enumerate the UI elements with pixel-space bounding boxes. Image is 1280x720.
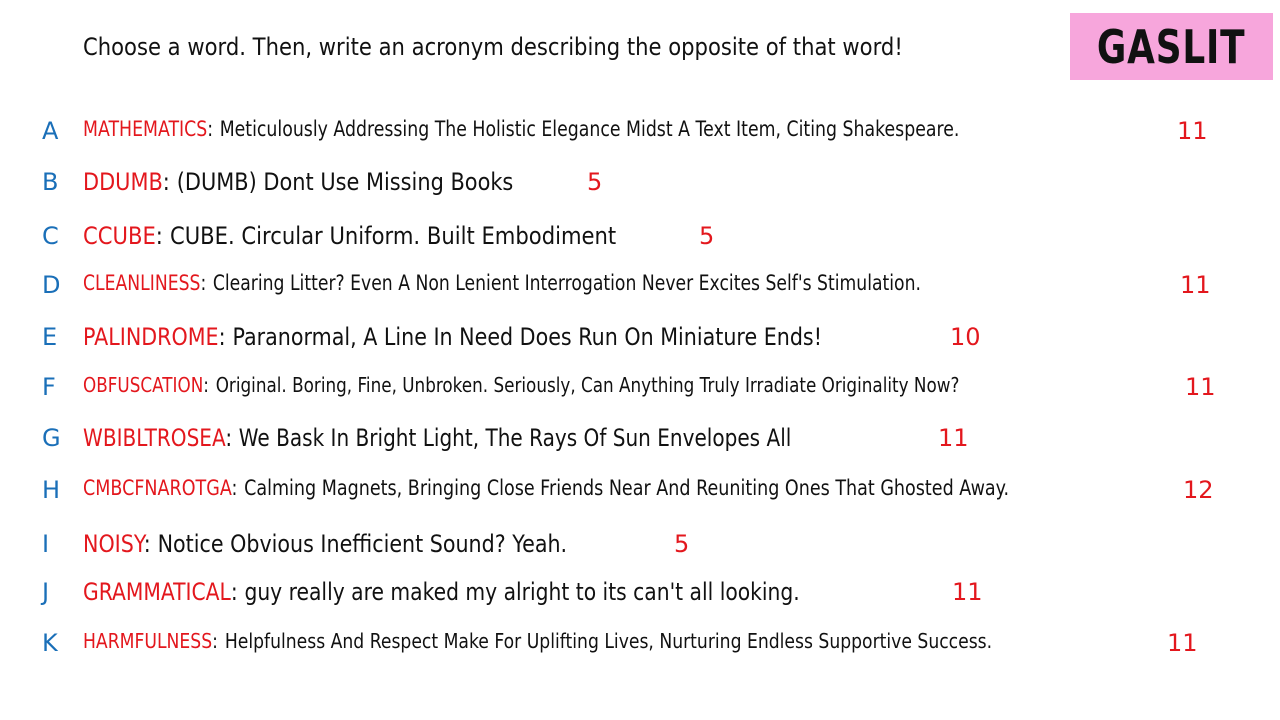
word: GRAMMATICAL <box>83 578 231 606</box>
entry-text: GRAMMATICAL: guy really are maked my alri… <box>83 578 800 606</box>
word: OBFUSCATION <box>83 373 204 397</box>
entry-text: OBFUSCATION: Original. Boring, Fine, Unbr… <box>83 373 959 397</box>
colon: : <box>218 323 226 351</box>
entry-row-h: H CMBCFNAROTGA: Calming Magnets, Bringing… <box>0 470 1280 510</box>
acronym: CUBE. Circular Uniform. Built Embodiment <box>169 222 617 250</box>
prompt-text: Choose a word. Then, write an acronym de… <box>83 33 903 61</box>
word: WBIBLTROSEA <box>83 424 226 452</box>
row-letter: B <box>42 168 59 196</box>
acronym: Paranormal, A Line In Need Does Run On M… <box>232 323 822 351</box>
row-letter: K <box>42 629 58 657</box>
score: 10 <box>950 323 981 351</box>
colon: : <box>212 629 218 653</box>
entry-text: PALINDROME: Paranormal, A Line In Need Do… <box>83 323 822 351</box>
row-letter: J <box>42 578 50 606</box>
acronym: Calming Magnets, Bringing Close Friends … <box>244 476 1010 500</box>
word: CLEANLINESS <box>83 271 201 295</box>
entry-row-b: B DDUMB: (DUMB) Dont Use Missing Books 5 <box>0 162 1280 202</box>
entry-text: CLEANLINESS: Clearing Litter? Even A Non … <box>83 271 921 295</box>
acronym: Clearing Litter? Even A Non Lenient Inte… <box>212 271 921 295</box>
colon: : <box>230 578 238 606</box>
acronym: Original. Boring, Fine, Unbroken. Seriou… <box>215 373 960 397</box>
word: NOISY <box>83 530 144 558</box>
gaslit-logo: GASLIT <box>1070 13 1273 80</box>
score: 11 <box>952 578 983 606</box>
colon: : <box>155 222 163 250</box>
entry-row-e: E PALINDROME: Paranormal, A Line In Need … <box>0 317 1280 357</box>
entry-text: CMBCFNAROTGA: Calming Magnets, Bringing C… <box>83 476 1009 500</box>
row-letter: F <box>42 373 56 401</box>
entry-row-f: F OBFUSCATION: Original. Boring, Fine, Un… <box>0 367 1280 407</box>
row-letter: D <box>42 271 61 299</box>
acronym: Meticulously Addressing The Holistic Ele… <box>219 117 960 141</box>
entry-row-c: C CCUBE: CUBE. Circular Uniform. Built Em… <box>0 216 1280 256</box>
word: MATHEMATICS <box>83 117 208 141</box>
colon: : <box>231 476 238 500</box>
word: CCUBE <box>83 222 156 250</box>
word: PALINDROME <box>83 323 219 351</box>
score: 11 <box>1185 373 1216 401</box>
entry-row-k: K HARMFULNESS: Helpfulness And Respect Ma… <box>0 623 1280 663</box>
colon: : <box>162 168 170 196</box>
row-letter: G <box>42 424 61 452</box>
acronym: Helpfulness And Respect Make For Uplifti… <box>224 629 993 653</box>
colon: : <box>143 530 151 558</box>
entry-row-i: I NOISY: Notice Obvious Inefficient Sound… <box>0 524 1280 564</box>
colon: : <box>203 373 209 397</box>
row-letter: C <box>42 222 59 250</box>
score: 11 <box>1177 117 1208 145</box>
score: 5 <box>699 222 715 250</box>
score: 11 <box>1167 629 1198 657</box>
entry-row-d: D CLEANLINESS: Clearing Litter? Even A No… <box>0 265 1280 305</box>
entry-text: WBIBLTROSEA: We Bask In Bright Light, The… <box>83 424 791 452</box>
row-letter: H <box>42 476 61 504</box>
colon: : <box>200 271 207 295</box>
row-letter: I <box>42 530 50 558</box>
word: DDUMB <box>83 168 163 196</box>
acronym: We Bask In Bright Light, The Rays Of Sun… <box>238 424 792 452</box>
entry-row-a: A MATHEMATICS: Meticulously Addressing Th… <box>0 111 1280 151</box>
score: 11 <box>1180 271 1211 299</box>
acronym: (DUMB) Dont Use Missing Books <box>176 168 514 196</box>
logo-text: GASLIT <box>1097 19 1246 74</box>
entry-text: DDUMB: (DUMB) Dont Use Missing Books <box>83 168 513 196</box>
entry-text: HARMFULNESS: Helpfulness And Respect Make… <box>83 629 992 653</box>
entry-text: MATHEMATICS: Meticulously Addressing The … <box>83 117 959 141</box>
score: 5 <box>674 530 690 558</box>
row-letter: A <box>42 117 59 145</box>
word: CMBCFNAROTGA <box>83 476 232 500</box>
score: 5 <box>587 168 603 196</box>
colon: : <box>207 117 214 141</box>
word: HARMFULNESS <box>83 629 213 653</box>
entry-row-j: J GRAMMATICAL: guy really are maked my al… <box>0 572 1280 612</box>
acronym: guy really are maked my alright to its c… <box>244 578 800 606</box>
entry-text: NOISY: Notice Obvious Inefficient Sound? … <box>83 530 567 558</box>
entry-text: CCUBE: CUBE. Circular Uniform. Built Embo… <box>83 222 616 250</box>
acronym: Notice Obvious Inefficient Sound? Yeah. <box>157 530 568 558</box>
score: 11 <box>938 424 969 452</box>
colon: : <box>225 424 233 452</box>
row-letter: E <box>42 323 58 351</box>
score: 12 <box>1183 476 1214 504</box>
entry-row-g: G WBIBLTROSEA: We Bask In Bright Light, T… <box>0 418 1280 458</box>
